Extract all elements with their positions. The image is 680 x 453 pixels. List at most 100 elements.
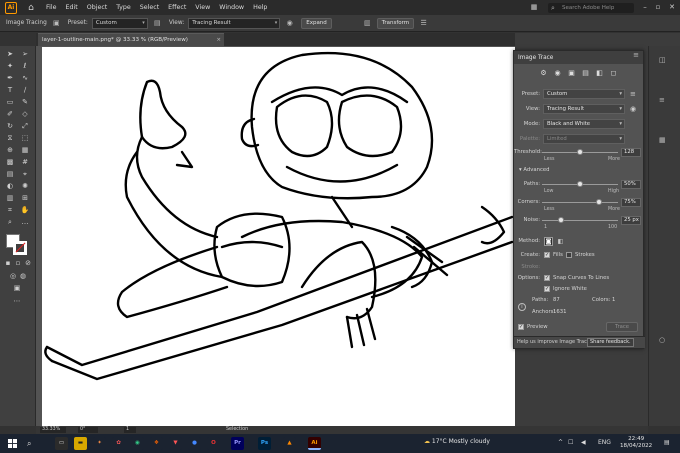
perspective-grid-tool-icon[interactable]: ▩ (5, 158, 15, 167)
network-icon[interactable]: ☐ (568, 439, 573, 446)
snap-curves-checkbox[interactable]: ✓ (544, 275, 550, 281)
symbol-sprayer-tool-icon[interactable]: ✺ (20, 182, 30, 191)
slice-tool-icon[interactable]: ⌗ (5, 206, 15, 215)
align-icon[interactable]: ▥ (362, 18, 373, 29)
trace-button[interactable]: Trace (606, 322, 639, 332)
color-mode-icon[interactable]: ▪ (3, 259, 13, 268)
outline-preset-icon[interactable]: ◻ (609, 69, 619, 78)
draw-mode-icon[interactable]: ◎ (8, 272, 18, 281)
paths-slider-thumb[interactable] (577, 181, 583, 187)
strokes-checkbox[interactable] (566, 252, 572, 258)
shape-builder-tool-icon[interactable]: ⊕ (5, 146, 15, 155)
column-graph-tool-icon[interactable]: ▥ (5, 194, 15, 203)
menu-type[interactable]: Type (116, 4, 130, 11)
edit-toolbar-icon[interactable]: ⋯ (12, 297, 22, 306)
arrange-documents-icon[interactable]: ☰ (418, 18, 429, 29)
home-icon[interactable]: ⌂ (25, 2, 37, 14)
maximize-icon[interactable]: ▫ (652, 2, 664, 13)
magic-wand-tool-icon[interactable]: ✦ (5, 62, 15, 71)
language-indicator[interactable]: ENG (598, 439, 611, 446)
type-tool-icon[interactable]: T (5, 86, 15, 95)
menu-help[interactable]: Help (253, 4, 267, 11)
eraser-tool-icon[interactable]: ◇ (20, 110, 30, 119)
blend-tool-icon[interactable]: ◐ (5, 182, 15, 191)
width-tool-icon[interactable]: ⧖ (5, 134, 15, 143)
image-trace-header[interactable]: Image Trace ≡ (514, 51, 643, 64)
abutting-method-icon[interactable]: ◙ (544, 237, 553, 246)
vlc-icon[interactable]: ▲ (283, 437, 296, 450)
mesh-tool-icon[interactable]: # (20, 158, 30, 167)
menu-select[interactable]: Select (140, 4, 159, 11)
minimize-icon[interactable]: – (639, 2, 651, 13)
trace-view-select[interactable]: Tracing Result ▾ (543, 104, 625, 114)
eye-icon[interactable]: ◉ (284, 18, 295, 29)
file-explorer-icon[interactable]: ▬ (74, 437, 87, 450)
noise-slider-track[interactable] (542, 220, 618, 221)
brave-icon[interactable]: ▼ (169, 437, 182, 450)
low-color-preset-icon[interactable]: ▣ (567, 69, 577, 78)
none-mode-icon[interactable]: ⊘ (23, 259, 33, 268)
volume-icon[interactable]: ◀ (581, 439, 586, 446)
preview-checkbox[interactable]: ✓ (518, 324, 524, 330)
advanced-toggle[interactable]: ▾ Advanced (519, 167, 550, 173)
photoshop-icon[interactable]: Ps (258, 437, 271, 450)
grayscale-preset-icon[interactable]: ▤ (581, 69, 591, 78)
traced-artwork[interactable] (42, 47, 514, 426)
free-transform-tool-icon[interactable]: ⬚ (20, 134, 30, 143)
eyedropper-tool-icon[interactable]: ⌖ (20, 170, 30, 179)
app-icon-4[interactable]: ● (188, 437, 201, 450)
noise-input[interactable]: 25 px (621, 216, 641, 225)
notifications-icon[interactable]: ▤ (664, 439, 670, 446)
draw-behind-icon[interactable]: ◍ (18, 272, 28, 281)
zoom-field[interactable]: 33.33% (40, 427, 66, 433)
menu-object[interactable]: Object (87, 4, 108, 11)
chrome-icon[interactable]: ◉ (131, 437, 144, 450)
visibility-eye-icon[interactable]: ○ (659, 336, 665, 344)
preset-menu-icon[interactable]: ≡ (630, 89, 636, 99)
properties-panel-icon[interactable]: ◫ (659, 56, 666, 64)
menu-file[interactable]: File (46, 4, 57, 11)
pen-tool-icon[interactable]: ✒ (5, 74, 15, 83)
illustrator-taskbar-icon[interactable]: Ai (308, 437, 321, 450)
menu-effect[interactable]: Effect (168, 4, 186, 11)
arrange-icon[interactable]: ▦ (528, 2, 540, 13)
stroke-swatch[interactable] (13, 241, 27, 255)
black-white-preset-icon[interactable]: ◧ (595, 69, 605, 78)
ignore-white-checkbox[interactable]: ✓ (544, 286, 550, 292)
line-tool-icon[interactable]: ∕ (20, 86, 30, 95)
panel-menu-icon[interactable]: ≡ (633, 51, 639, 59)
direct-selection-tool-icon[interactable]: ➢ (20, 50, 30, 59)
rectangle-tool-icon[interactable]: ▭ (5, 98, 15, 107)
trace-preset-select[interactable]: Custom ▾ (543, 89, 625, 99)
lasso-tool-icon[interactable]: ℓ (20, 62, 30, 71)
shaper-tool-icon[interactable]: ✐ (5, 110, 15, 119)
threshold-input[interactable]: 128 (621, 148, 641, 157)
view-select[interactable]: Tracing Result ▾ (188, 17, 281, 29)
corners-slider-thumb[interactable] (596, 199, 602, 205)
corners-slider-track[interactable] (542, 202, 618, 203)
live-paint-tool-icon[interactable]: ▦ (20, 146, 30, 155)
weather-widget[interactable]: ☁ 17°C Mostly cloudy (424, 438, 490, 445)
noise-slider-thumb[interactable] (558, 217, 564, 223)
threshold-slider-thumb[interactable] (577, 149, 583, 155)
paths-input[interactable]: 50% (621, 180, 641, 189)
rotate-tool-icon[interactable]: ↻ (5, 122, 15, 131)
expand-button[interactable]: Expand (301, 17, 332, 29)
windows-start-icon[interactable] (8, 439, 17, 448)
preset-select[interactable]: Custom ▾ (91, 17, 148, 29)
paintbrush-tool-icon[interactable]: ✎ (20, 98, 30, 107)
artboard-field[interactable]: 1 (124, 427, 136, 433)
gradient-mode-icon[interactable]: ▫ (13, 259, 23, 268)
image-trace-panel-icon[interactable]: ▣ (51, 18, 62, 29)
document-tab[interactable]: layer-1-outline-main.png* @ 33.33 % (RGB… (38, 33, 224, 46)
transform-button[interactable]: Transform (376, 17, 415, 29)
gradient-tool-icon[interactable]: ▤ (5, 170, 15, 179)
image-trace-panel-icon[interactable]: ▤ (152, 18, 163, 29)
selection-tool-icon[interactable]: ➤ (5, 50, 15, 59)
menu-window[interactable]: Window (219, 4, 244, 11)
overlapping-method-icon[interactable]: ◧ (556, 237, 565, 246)
scale-tool-icon[interactable]: ⤢ (20, 122, 30, 131)
artboard-tool-icon[interactable]: ⊞ (20, 194, 30, 203)
swatches-panel-icon[interactable]: ▦ (659, 136, 666, 144)
curvature-tool-icon[interactable]: ∿ (20, 74, 30, 83)
